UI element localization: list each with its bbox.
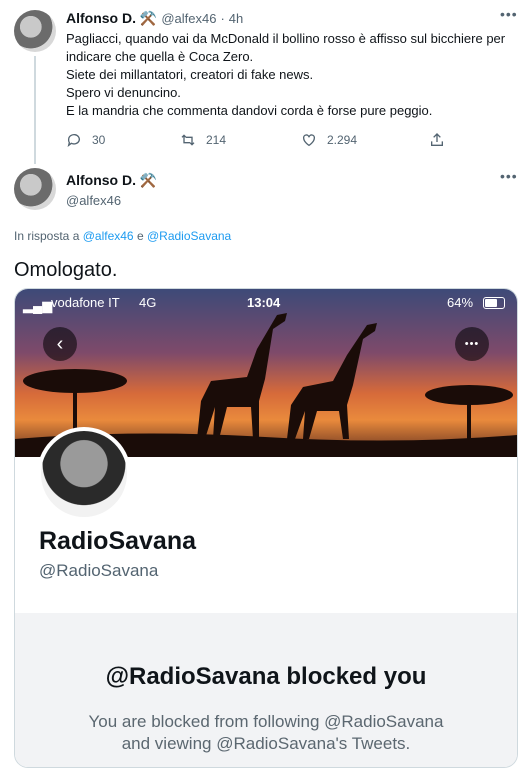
share-icon	[431, 133, 443, 146]
tweet-line: Siete dei millantatori, creatori di fake…	[66, 67, 314, 82]
retweet-count: 214	[206, 133, 227, 147]
author-handle[interactable]: @alfex46	[66, 193, 157, 208]
tweet-body: Pagliacci, quando vai da McDonald il bol…	[66, 30, 516, 120]
tweet-header: Alfonso D. ⚒️ @alfex46 · 4h	[66, 10, 243, 27]
reply-button[interactable]: 30	[66, 132, 105, 148]
reply-prefix: In risposta a	[14, 229, 80, 243]
reply-count: 30	[92, 133, 106, 147]
more-icon[interactable]: •••	[500, 168, 518, 184]
avatar[interactable]	[14, 10, 56, 52]
profile-more-button[interactable]: •••	[455, 327, 489, 361]
profile-section: RadioSavana @RadioSavana	[15, 427, 517, 613]
retweet-button[interactable]: 214	[180, 132, 226, 148]
author-handle[interactable]: @alfex46	[161, 11, 216, 26]
author-name[interactable]: Alfonso D. ⚒️	[66, 172, 157, 189]
tweet-header: Alfonso D. ⚒️ @alfex46	[66, 172, 157, 208]
more-icon[interactable]: •••	[500, 6, 518, 22]
thread-line	[34, 56, 36, 164]
tweet-line: Spero vi denuncino.	[66, 85, 181, 100]
profile-name: RadioSavana	[39, 527, 197, 555]
avatar[interactable]	[14, 168, 56, 210]
separator: ·	[220, 11, 225, 26]
retweet-icon	[181, 134, 195, 146]
timestamp[interactable]: 4h	[229, 11, 243, 26]
tweet-text: Omologato.	[14, 259, 118, 281]
reply-context: In risposta a @alfex46 e @RadioSavana	[14, 229, 231, 243]
blocked-description: You are blocked from following @RadioSav…	[15, 711, 517, 755]
tweet-line: Pagliacci, quando vai da McDonald il bol…	[66, 31, 506, 46]
profile-avatar[interactable]	[37, 427, 131, 521]
tweet-line: indicare che quella è Coca Zero.	[66, 49, 254, 64]
back-button[interactable]: ‹	[43, 327, 77, 361]
reply-icon	[67, 134, 80, 147]
blocked-line: You are blocked from following @RadioSav…	[88, 712, 444, 731]
like-button[interactable]: 2.294	[301, 132, 357, 148]
blocked-line: and viewing @RadioSavana's Tweets.	[121, 734, 411, 753]
reply-user-link[interactable]: @RadioSavana	[147, 229, 231, 243]
like-count: 2.294	[327, 133, 358, 147]
media-image[interactable]: ▂▄▆ vodafone IT 4G 13:04 64% ‹ ••• Radio…	[14, 288, 518, 768]
author-name[interactable]: Alfonso D. ⚒️	[66, 10, 157, 27]
blocked-panel: @RadioSavana blocked you You are blocked…	[15, 613, 517, 767]
reply-and: e	[136, 229, 144, 243]
tweet-line: E la mandria che commenta dandovi corda …	[66, 103, 433, 118]
more-icon: •••	[464, 338, 480, 350]
like-icon	[303, 134, 315, 147]
share-button[interactable]	[429, 132, 455, 148]
back-icon: ‹	[56, 333, 64, 355]
profile-handle: @RadioSavana	[39, 561, 159, 580]
reply-user-link[interactable]: @alfex46	[83, 229, 134, 243]
blocked-title: @RadioSavana blocked you	[105, 663, 427, 690]
